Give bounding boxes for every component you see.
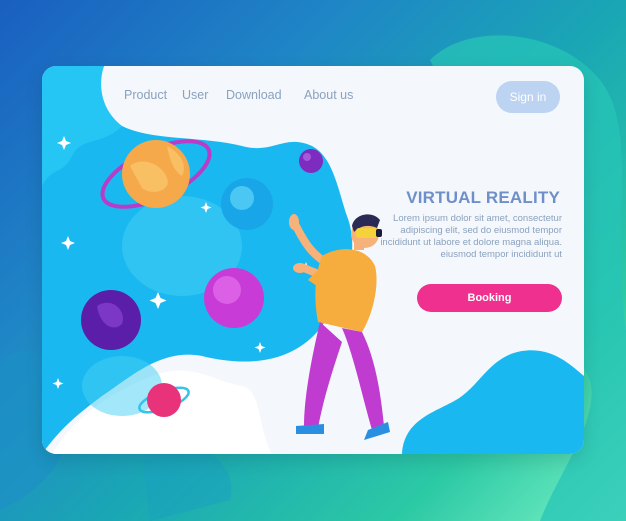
hero-description: Lorem ipsum dolor sit amet, consectetur … [380, 213, 562, 260]
nav-item-download[interactable]: Download [226, 88, 282, 102]
booking-button[interactable]: Booking [417, 284, 562, 312]
planet-icon [299, 149, 323, 173]
nav-item-user[interactable]: User [182, 88, 208, 102]
sign-in-button[interactable]: Sign in [496, 81, 560, 113]
hero-title: VIRTUAL REALITY [406, 188, 560, 207]
corner-blob [402, 350, 584, 454]
landing-card: Product User Download About us Sign in V… [42, 66, 584, 454]
nav-item-product[interactable]: Product [124, 88, 167, 102]
nav-item-about-us[interactable]: About us [304, 88, 353, 102]
